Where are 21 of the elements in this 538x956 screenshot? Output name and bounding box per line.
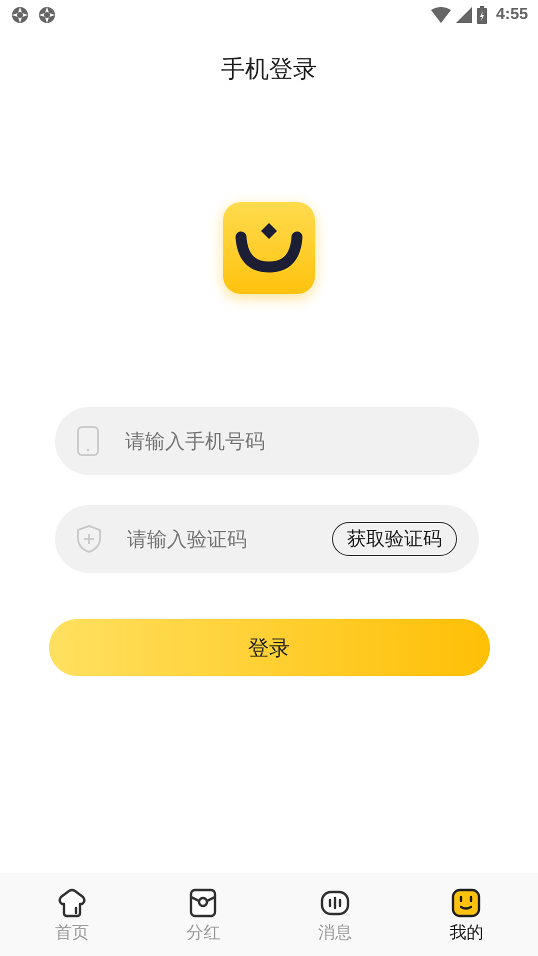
phone-icon [77, 426, 99, 456]
page-title: 手机登录 [221, 54, 317, 85]
get-code-button[interactable]: 获取验证码 [332, 522, 457, 556]
clock-time: 4:55 [496, 6, 528, 24]
message-icon [320, 888, 350, 918]
wifi-icon [430, 7, 451, 23]
code-input[interactable]: 请输入验证码 [125, 526, 308, 552]
signal-icon [456, 7, 472, 23]
house-icon [56, 888, 87, 918]
app-icon [11, 6, 29, 24]
app-logo-icon [223, 202, 315, 294]
app-icon [38, 6, 56, 24]
smiley-face-icon [451, 888, 482, 918]
battery-icon [476, 6, 487, 24]
code-field[interactable]: 请输入验证码 获取验证码 [55, 505, 479, 573]
nav-tab[interactable]: 我的 [421, 873, 512, 956]
wallet-icon [189, 888, 218, 918]
phone-field[interactable]: 请输入手机号码 [55, 407, 479, 475]
login-button[interactable]: 登录 [48, 619, 490, 676]
phone-input[interactable]: 请输入手机号码 [123, 428, 457, 454]
shield-icon [77, 525, 101, 553]
